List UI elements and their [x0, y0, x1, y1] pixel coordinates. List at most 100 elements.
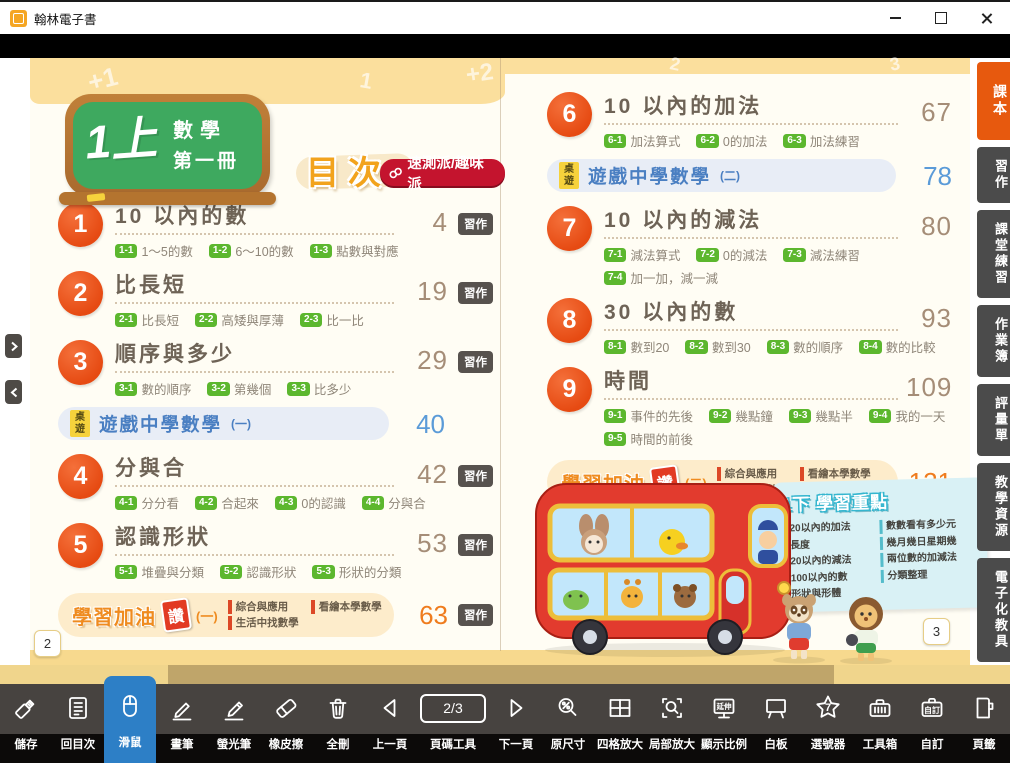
toc-subsection[interactable]: 5-1堆疊與分類 — [115, 562, 204, 581]
toc-subsection[interactable]: 4-30的認識 — [275, 493, 346, 512]
tool-eraser[interactable]: 橡皮擦 — [260, 684, 312, 752]
toc-subsection[interactable]: 6-3加法練習 — [783, 131, 859, 150]
toc-subsection[interactable]: 3-2第幾個 — [207, 379, 271, 398]
chapter-title[interactable]: 分與合 — [115, 457, 187, 480]
close-button[interactable] — [964, 2, 1010, 34]
chapter-page-number[interactable]: 93 — [906, 305, 952, 331]
panel-collapse-button[interactable] — [5, 380, 22, 404]
toc-subsection[interactable]: 3-1數的順序 — [115, 379, 191, 398]
tool-highlighter[interactable]: 螢光筆 — [208, 684, 260, 752]
page-number-right[interactable]: 3 — [923, 618, 950, 645]
tool-next-page[interactable]: 下一頁 — [490, 684, 542, 752]
chapter-page-number[interactable]: 67 — [906, 99, 952, 125]
toc-subsection[interactable]: 7-1減法算式 — [604, 245, 680, 264]
tool-number-picker[interactable]: 7 選號器 — [802, 684, 854, 752]
sidebar-tab-homework-book[interactable]: 作業簿 — [977, 305, 1010, 377]
toc-subsection[interactable]: 7-4加一加，減一減 — [604, 268, 718, 287]
toc-chapter-3[interactable]: 3 順序與多少 29 習作 3-1數的順序 3-2第幾個 3-3比多少 — [58, 338, 493, 398]
chapter-title[interactable]: 時間 — [604, 370, 652, 393]
toc-chapter-7[interactable]: 7 10 以內的減法 80 7-1減法算式 7-20的減法 7-3減法練習 7-… — [547, 204, 952, 287]
workbook-badge[interactable]: 習作 — [458, 534, 493, 556]
panel-expand-button[interactable] — [5, 334, 22, 358]
toc-subsection[interactable]: 1-26～10的數 — [209, 241, 294, 260]
study-boost-item[interactable]: 學習加油 讚 (一) 綜合與應用 生活中找數學 看繪本學數學 — [58, 593, 394, 637]
chapter-page-number[interactable]: 4 — [402, 209, 448, 235]
maximize-button[interactable] — [918, 2, 964, 34]
boardgame-item[interactable]: 桌遊 遊戲中學數學 (一) — [58, 407, 389, 440]
chapter-title[interactable]: 比長短 — [115, 274, 187, 297]
toc-chapter-4[interactable]: 4 分與合 42 習作 4-1分分看 4-2合起來 4-30的認識 — [58, 452, 493, 512]
toc-subsection[interactable]: 9-1事件的先後 — [604, 406, 693, 425]
toc-subsection[interactable]: 4-1分分看 — [115, 493, 179, 512]
tool-page-tabs[interactable]: 頁籤 — [958, 684, 1010, 752]
toc-chapter-1[interactable]: 1 10 以內的數 4 習作 1-11～5的數 1-26～10的數 1-3點數與… — [58, 200, 493, 260]
chapter-page-number[interactable]: 42 — [402, 461, 448, 487]
chapter-title[interactable]: 認識形狀 — [115, 526, 211, 549]
toc-subsection[interactable]: 6-20的加法 — [696, 131, 767, 150]
chapter-title[interactable]: 10 以內的數 — [115, 205, 249, 228]
toc-subsection[interactable]: 5-3形狀的分類 — [312, 562, 401, 581]
chapter-page-number[interactable]: 19 — [402, 278, 448, 304]
tool-whiteboard[interactable]: 白板 — [750, 684, 802, 752]
sidebar-tab-teaching-resources[interactable]: 教學資源 — [977, 463, 1010, 551]
chapter-title[interactable]: 順序與多少 — [115, 343, 235, 366]
boardgame-page-number[interactable]: 40 — [399, 411, 445, 437]
toc-subsection[interactable]: 1-3點數與對應 — [310, 241, 399, 260]
chapter-page-number[interactable]: 80 — [906, 213, 952, 239]
workbook-badge[interactable]: 習作 — [458, 213, 493, 235]
toc-subsection[interactable]: 9-3幾點半 — [789, 406, 853, 425]
tool-mouse[interactable]: 滑鼠 — [104, 676, 156, 763]
tool-toolbox[interactable]: 工具箱 — [854, 684, 906, 752]
tool-back-to-toc[interactable]: 回目次 — [52, 684, 104, 752]
toc-subsection[interactable]: 9-4我的一天 — [869, 406, 945, 425]
chapter-page-number[interactable]: 109 — [906, 374, 952, 400]
tool-page-indicator[interactable]: 2/3 頁碼工具 — [416, 684, 490, 752]
sidebar-tab-class-practice[interactable]: 課堂練習 — [977, 210, 1010, 298]
toc-subsection[interactable]: 8-2數到30 — [685, 337, 750, 356]
sidebar-tab-assessment[interactable]: 評量單 — [977, 384, 1010, 456]
toc-subsection[interactable]: 2-3比一比 — [300, 310, 364, 329]
toc-subsection[interactable]: 9-5時間的前後 — [604, 429, 693, 448]
chapter-title[interactable]: 10 以內的加法 — [604, 95, 762, 118]
horizontal-scrollbar[interactable] — [168, 665, 834, 684]
toc-subsection[interactable]: 7-20的減法 — [696, 245, 767, 264]
tool-custom[interactable]: 自訂 自訂 — [906, 684, 958, 752]
toc-subsection[interactable]: 2-1比長短 — [115, 310, 179, 329]
toc-subsection[interactable]: 9-2幾點鐘 — [709, 406, 773, 425]
tool-area-zoom[interactable]: 局部放大 — [646, 684, 698, 752]
sidebar-tab-workbook[interactable]: 習作 — [977, 147, 1010, 203]
toc-subsection[interactable]: 5-2認識形狀 — [220, 562, 296, 581]
quick-test-button[interactable]: 速測派/趣味派 — [380, 159, 505, 186]
toc-subsection[interactable]: 2-2高矮與厚薄 — [195, 310, 284, 329]
toc-subsection[interactable]: 8-1數到20 — [604, 337, 669, 356]
workbook-badge[interactable]: 習作 — [458, 351, 493, 373]
toc-subsection[interactable]: 1-11～5的數 — [115, 241, 193, 260]
tool-save[interactable]: 儲存 — [0, 684, 52, 752]
sidebar-tab-digital-tools[interactable]: 電子化教具 — [977, 558, 1010, 662]
tool-prev-page[interactable]: 上一頁 — [364, 684, 416, 752]
workbook-badge[interactable]: 習作 — [458, 282, 493, 304]
minimize-button[interactable] — [872, 2, 918, 34]
toc-chapter-6[interactable]: 6 10 以內的加法 67 6-1加法算式 6-20的加法 6-3加法練習 — [547, 90, 952, 150]
toc-subsection[interactable]: 7-3減法練習 — [783, 245, 859, 264]
toc-subsection[interactable]: 4-2合起來 — [195, 493, 259, 512]
sidebar-tab-textbook[interactable]: 課本 — [977, 62, 1010, 140]
chapter-page-number[interactable]: 29 — [402, 347, 448, 373]
toc-subsection[interactable]: 4-4分與合 — [362, 493, 426, 512]
page-number-left[interactable]: 2 — [34, 630, 61, 657]
toc-chapter-2[interactable]: 2 比長短 19 習作 2-1比長短 2-2高矮與厚薄 2-3比一比 — [58, 269, 493, 329]
chapter-title[interactable]: 30 以內的數 — [604, 301, 738, 324]
chapter-title[interactable]: 10 以內的減法 — [604, 209, 762, 232]
chapter-page-number[interactable]: 53 — [402, 530, 448, 556]
toc-subsection[interactable]: 6-1加法算式 — [604, 131, 680, 150]
tool-original-size[interactable]: 原尺寸 — [542, 684, 594, 752]
workbook-badge[interactable]: 習作 — [458, 604, 493, 626]
tool-delete-all[interactable]: 全刪 — [312, 684, 364, 752]
tool-display-ratio[interactable]: 延伸 顯示比例 — [698, 684, 750, 752]
toc-chapter-8[interactable]: 8 30 以內的數 93 8-1數到20 8-2數到30 8-3數的順序 8-4… — [547, 296, 952, 356]
boardgame-page-number[interactable]: 78 — [906, 163, 952, 189]
boost-page-number[interactable]: 63 — [402, 602, 448, 628]
toc-chapter-5[interactable]: 5 認識形狀 53 習作 5-1堆疊與分類 5-2認識形狀 5-3形狀的分類 — [58, 521, 493, 581]
boardgame-item[interactable]: 桌遊 遊戲中學數學 (二) — [547, 159, 896, 192]
tool-pen[interactable]: 畫筆 — [156, 684, 208, 752]
